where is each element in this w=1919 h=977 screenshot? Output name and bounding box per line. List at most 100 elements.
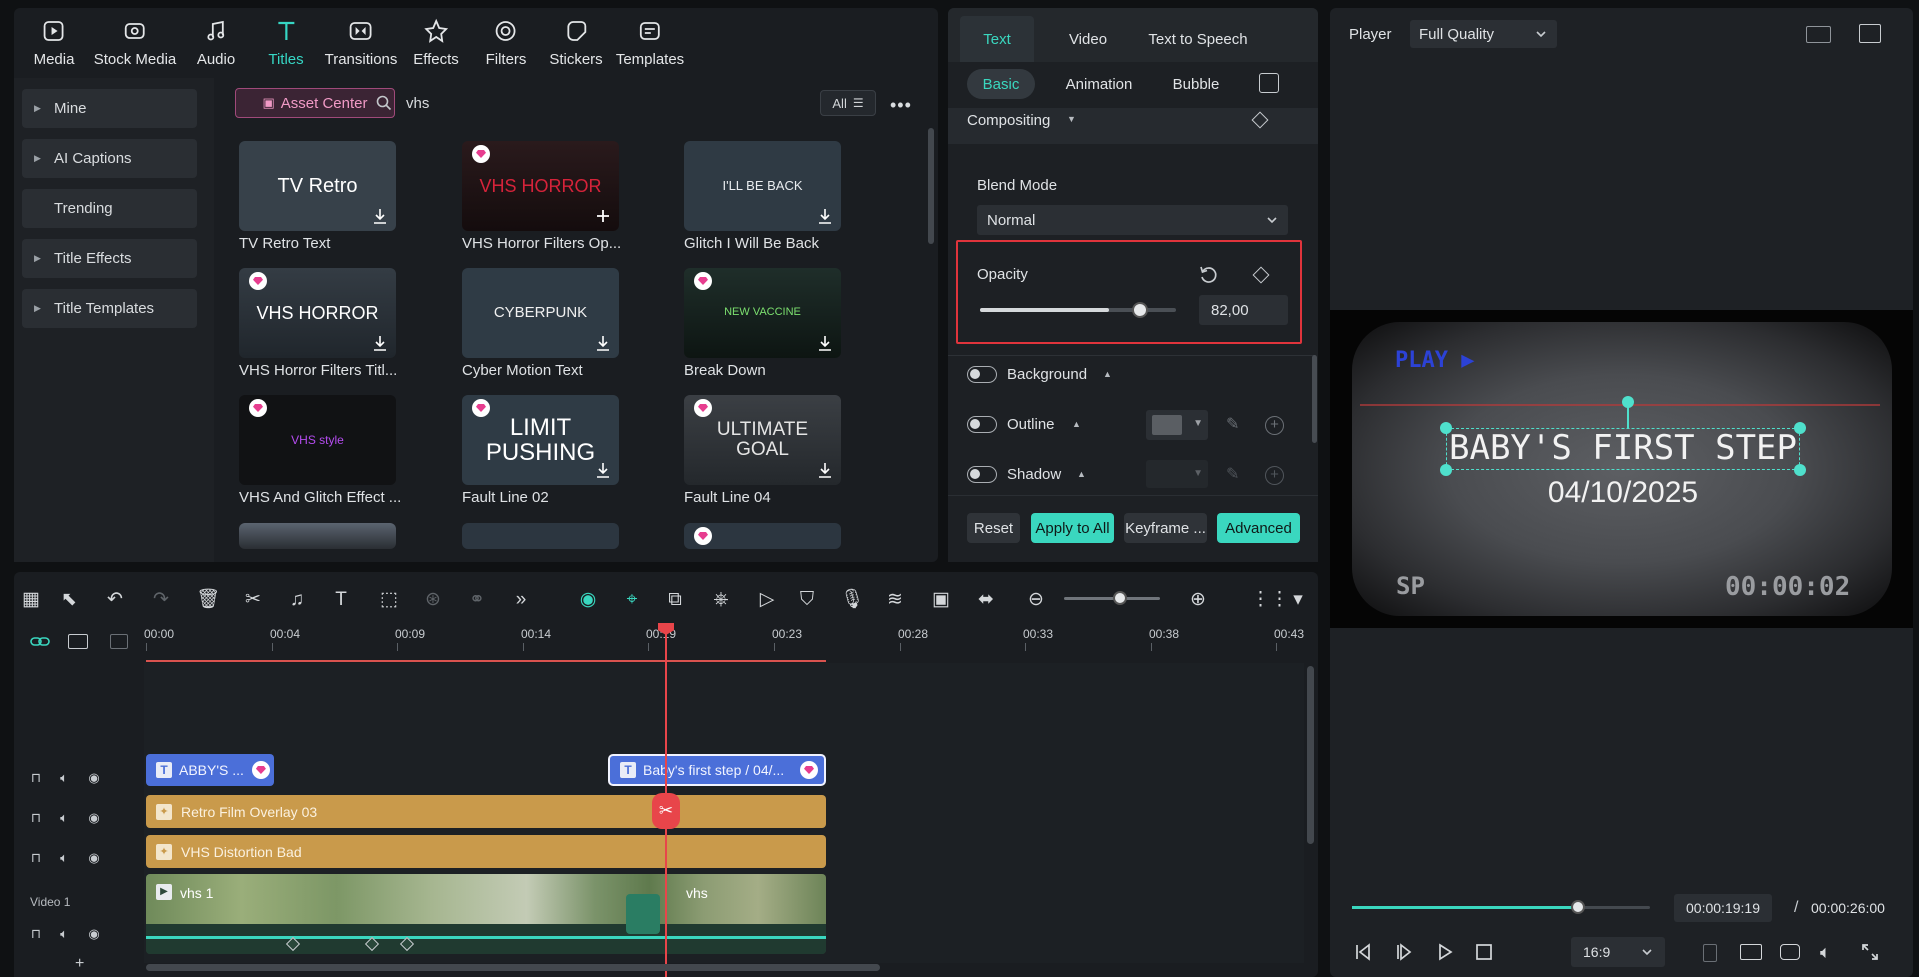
download-icon[interactable]: [594, 334, 612, 352]
effect-clip[interactable]: ✦ Retro Film Overlay 03: [146, 795, 826, 828]
download-icon[interactable]: [371, 207, 389, 225]
opacity-slider-knob[interactable]: [1131, 302, 1148, 318]
tab-text[interactable]: Text: [960, 16, 1034, 62]
library-thumb[interactable]: ULTIMATE GOAL: [684, 395, 841, 485]
add-shadow-icon[interactable]: +: [1265, 466, 1284, 485]
record-voice-icon[interactable]: 🎙︎: [840, 589, 864, 611]
sidebar-item-mine[interactable]: ▶ Mine: [22, 89, 197, 128]
eyedropper-icon[interactable]: ✎: [1226, 464, 1239, 484]
outline-caret-icon[interactable]: ▲: [1072, 419, 1081, 429]
track-height-icon[interactable]: ⋮⋮: [1251, 589, 1289, 611]
scopes-icon[interactable]: [1859, 24, 1881, 43]
preview-canvas[interactable]: PLAY ▶ BABY'S FIRST STEP 04/10/2025 SP 0…: [1330, 310, 1913, 628]
toolbar-stock-media[interactable]: Stock Media: [94, 18, 176, 68]
library-thumb[interactable]: VHS style: [239, 395, 396, 485]
library-thumb[interactable]: I'LL BE BACK: [684, 141, 841, 231]
redo-icon[interactable]: ↷: [150, 589, 172, 611]
sidebar-item-title-templates[interactable]: ▶ Title Templates: [22, 289, 197, 328]
opacity-slider[interactable]: [980, 302, 1176, 318]
add-track-icon[interactable]: [68, 634, 88, 649]
shadow-toggle[interactable]: [967, 466, 997, 483]
compare-view-icon[interactable]: [1806, 26, 1831, 43]
transition-marker[interactable]: [626, 894, 660, 934]
fullscreen-icon[interactable]: [1861, 943, 1879, 961]
title-clip[interactable]: T ABBY'S ...: [146, 754, 274, 786]
sidebar-item-trending[interactable]: Trending: [22, 189, 197, 228]
keyframe-button[interactable]: Keyframe ...: [1124, 513, 1207, 543]
toolbar-titles[interactable]: Titles: [268, 18, 304, 68]
toolbar-filters[interactable]: Filters: [486, 18, 526, 68]
eye-icon[interactable]: ◉: [86, 926, 102, 942]
eye-icon[interactable]: ◉: [86, 770, 102, 786]
eye-icon[interactable]: ◉: [86, 810, 102, 826]
lock-icon[interactable]: ⊓: [28, 810, 44, 826]
more-options-icon[interactable]: •••: [890, 95, 912, 116]
compositing-caret-icon[interactable]: ▼: [1067, 114, 1076, 124]
shadow-caret-icon[interactable]: ▲: [1077, 469, 1086, 479]
background-toggle[interactable]: [967, 366, 997, 383]
volume-icon[interactable]: 🔈︎: [56, 810, 72, 826]
crop-icon[interactable]: ⬚: [378, 589, 400, 611]
save-preset-icon[interactable]: [1259, 73, 1279, 93]
pip-icon[interactable]: ▣: [930, 589, 952, 611]
library-thumb[interactable]: NEW VACCINE: [684, 268, 841, 358]
effect-clip[interactable]: ✦ VHS Distortion Bad: [146, 835, 826, 868]
sidebar-item-title-effects[interactable]: ▶ Title Effects: [22, 239, 197, 278]
outline-color-picker[interactable]: ▼: [1146, 410, 1208, 440]
fit-icon[interactable]: ⬌: [975, 589, 997, 611]
mark-icon[interactable]: ⧉: [664, 589, 686, 611]
add-icon[interactable]: [594, 207, 612, 225]
render-preview-icon[interactable]: [1703, 944, 1717, 962]
lock-icon[interactable]: ⊓: [28, 850, 44, 866]
subtab-basic[interactable]: Basic: [967, 69, 1035, 99]
library-thumb[interactable]: CYBERPUNK: [462, 268, 619, 358]
previous-frame-icon[interactable]: [1353, 942, 1373, 962]
outline-toggle[interactable]: [967, 416, 997, 433]
aspect-ratio-select[interactable]: 16:9: [1571, 937, 1665, 967]
volume-icon[interactable]: 🔈︎: [56, 770, 72, 786]
toolbar-effects[interactable]: Effects: [413, 18, 459, 68]
more-icon[interactable]: »: [510, 589, 532, 611]
zoom-slider-knob[interactable]: [1113, 591, 1127, 605]
download-icon[interactable]: [816, 334, 834, 352]
track-manager-icon[interactable]: [110, 634, 128, 649]
blend-mode-select[interactable]: Normal: [977, 205, 1288, 235]
zoom-out-icon[interactable]: ⊖: [1025, 589, 1047, 611]
shadow-color-picker[interactable]: ▼: [1146, 460, 1208, 488]
display-icon[interactable]: [1740, 944, 1762, 960]
toolbar-media[interactable]: Media: [34, 18, 74, 68]
eye-icon[interactable]: ◉: [86, 850, 102, 866]
add-video-track-button[interactable]: +: [75, 955, 84, 973]
lock-icon[interactable]: ⊓: [28, 770, 44, 786]
split-icon[interactable]: ✂: [242, 589, 264, 611]
lock-icon[interactable]: ⊓: [28, 926, 44, 942]
select-icon[interactable]: ⬉: [58, 589, 80, 611]
library-thumb-partial[interactable]: [462, 523, 619, 549]
volume-icon[interactable]: 🔈︎: [56, 850, 72, 866]
ai-icon[interactable]: ⊛: [422, 589, 444, 611]
undo-icon[interactable]: ↶: [104, 589, 126, 611]
tab-video[interactable]: Video: [1045, 16, 1131, 62]
title-clip-selected[interactable]: T Baby's first step / 04/...: [608, 754, 826, 786]
apply-to-all-button[interactable]: Apply to All: [1031, 513, 1114, 543]
search-input[interactable]: vhs: [406, 95, 429, 112]
background-caret-icon[interactable]: ▲: [1103, 369, 1112, 379]
play-icon[interactable]: [1435, 942, 1455, 962]
color-icon[interactable]: ⚭: [466, 589, 488, 611]
timeline-vertical-scrollbar[interactable]: [1307, 666, 1314, 844]
layout-icon[interactable]: ▦: [20, 589, 42, 611]
current-time-field[interactable]: 00:00:19:19: [1674, 894, 1772, 922]
zoom-slider[interactable]: [1064, 591, 1160, 605]
volume-icon[interactable]: 🔈︎: [56, 926, 72, 942]
marker-icon[interactable]: ⛉: [796, 589, 818, 611]
add-outline-icon[interactable]: +: [1265, 416, 1284, 435]
link-icon[interactable]: [30, 633, 50, 651]
download-icon[interactable]: [816, 461, 834, 479]
library-thumb[interactable]: VHS HORROR: [239, 268, 396, 358]
delete-icon[interactable]: 🗑︎: [196, 589, 220, 611]
library-thumb[interactable]: LIMIT PUSHING: [462, 395, 619, 485]
advanced-button[interactable]: Advanced: [1217, 513, 1300, 543]
video-clip[interactable]: ▶ vhs 1 vhs: [146, 874, 826, 954]
filter-all-button[interactable]: All ☰: [820, 90, 876, 116]
reset-button[interactable]: Reset: [967, 513, 1020, 543]
